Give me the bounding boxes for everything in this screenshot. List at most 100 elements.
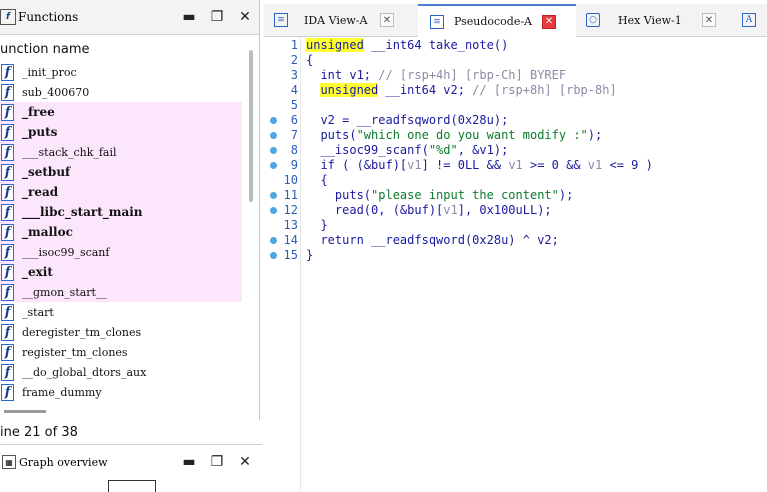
line-number: 2 xyxy=(290,53,298,67)
function-name: __do_global_dtors_aux xyxy=(22,365,147,379)
code-line[interactable]: 5 xyxy=(264,98,767,113)
graph-overview-icon: ▦ xyxy=(2,455,16,469)
function-row[interactable]: f _init_proc xyxy=(0,62,242,82)
tab-close-icon[interactable]: ✕ xyxy=(380,13,394,27)
function-row[interactable]: f ___isoc99_scanf xyxy=(0,242,242,262)
code-line[interactable]: 15} xyxy=(264,248,767,263)
structures-icon: A xyxy=(742,13,756,27)
function-row[interactable]: f _setbuf xyxy=(0,162,242,182)
code-token: , &v1); xyxy=(457,143,509,157)
function-name: _setbuf xyxy=(22,165,71,179)
pseudocode-icon: ≡ xyxy=(430,14,444,29)
horizontal-scrollbar[interactable] xyxy=(4,410,46,413)
function-row[interactable]: f _start xyxy=(0,302,242,322)
minimize-button[interactable]: ▬ xyxy=(180,8,198,26)
code-line[interactable]: 14 return __readfsqword(0x28u) ^ v2; xyxy=(264,233,767,248)
tab-hex-view-1[interactable]: ○ Hex View-1 ✕ xyxy=(586,4,724,36)
breakpoint-dot-icon[interactable] xyxy=(270,207,277,214)
code-token: >= 0 && xyxy=(522,158,588,172)
code-line[interactable]: 3 int v1; // [rsp+4h] [rbp-Ch] BYREF xyxy=(264,68,767,83)
function-name: _init_proc xyxy=(22,65,77,79)
line-number: 5 xyxy=(290,98,298,112)
overview-restore-button[interactable]: ❐ xyxy=(208,453,226,471)
line-number: 1 xyxy=(290,38,298,52)
code-text: puts("please input the content"); xyxy=(306,188,573,203)
function-name: register_tm_clones xyxy=(22,345,128,359)
close-button[interactable]: ✕ xyxy=(236,8,254,26)
code-token: v1 xyxy=(508,158,523,172)
tab-pseudocode-a[interactable]: ≡ Pseudocode-A ✕ xyxy=(418,4,576,37)
line-number: 11 xyxy=(283,188,298,202)
code-text: v2 = __readfsqword(0x28u); xyxy=(306,113,508,128)
function-row[interactable]: f ___libc_start_main xyxy=(0,202,242,222)
function-row[interactable]: f register_tm_clones xyxy=(0,342,242,362)
pseudocode-view[interactable]: 1 unsigned __int64 take_note() 2{3 int v1;… xyxy=(264,37,767,491)
code-token: // [rsp+8h] [rbp-8h] xyxy=(472,83,617,97)
function-icon: f xyxy=(1,283,14,301)
function-name: _malloc xyxy=(22,225,73,239)
code-token: { xyxy=(306,53,314,67)
breakpoint-dot-icon[interactable] xyxy=(270,132,277,139)
code-text: if ( (&buf)[v1] != 0LL && v1 >= 0 && v1 … xyxy=(306,158,652,173)
code-line[interactable]: 2{ xyxy=(264,53,767,68)
function-name: _exit xyxy=(22,265,53,279)
line-number: 13 xyxy=(283,218,298,232)
code-line[interactable]: 4 unsigned __int64 v2; // [rsp+8h] [rbp-… xyxy=(264,83,767,98)
code-line[interactable]: 12 read(0, (&buf)[v1], 0x100uLL); xyxy=(264,203,767,218)
restore-button[interactable]: ❐ xyxy=(208,8,226,26)
tab-structures[interactable]: A xyxy=(742,4,764,36)
tab-ida-view-a[interactable]: ≡ IDA View-A ✕ xyxy=(274,4,406,36)
code-token: ); xyxy=(587,128,603,142)
panel-divider[interactable] xyxy=(259,0,260,420)
code-line[interactable]: 13 } xyxy=(264,218,767,233)
breakpoint-dot-icon[interactable] xyxy=(270,192,277,199)
breakpoint-dot-icon[interactable] xyxy=(270,252,277,259)
functions-icon: f xyxy=(0,9,16,25)
function-row[interactable]: f _malloc xyxy=(0,222,242,242)
code-line[interactable]: 10 { xyxy=(264,173,767,188)
function-icon: f xyxy=(1,123,14,141)
function-name: sub_400670 xyxy=(22,85,90,99)
function-icon: f xyxy=(1,143,14,161)
function-row[interactable]: f _puts xyxy=(0,122,242,142)
tab-close-icon[interactable]: ✕ xyxy=(702,13,716,27)
function-row[interactable]: f _free xyxy=(0,102,242,122)
code-text: int v1; // [rsp+4h] [rbp-Ch] BYREF xyxy=(306,68,566,83)
function-row[interactable]: f _read xyxy=(0,182,242,202)
function-row[interactable]: f _exit xyxy=(0,262,242,282)
function-row[interactable]: f ___stack_chk_fail xyxy=(0,142,242,162)
function-name-column-header[interactable]: unction name xyxy=(0,38,246,60)
function-icon: f xyxy=(1,363,14,381)
overview-minimize-button[interactable]: ▬ xyxy=(180,453,198,471)
code-token: ], 0x100uLL); xyxy=(457,203,552,217)
code-token: puts( xyxy=(306,128,357,142)
code-text: puts("which one do you want modify :"); xyxy=(306,128,602,143)
function-row[interactable]: f __do_global_dtors_aux xyxy=(0,362,242,382)
code-line[interactable]: 9 if ( (&buf)[v1] != 0LL && v1 >= 0 && v… xyxy=(264,158,767,173)
code-line[interactable]: 6 v2 = __readfsqword(0x28u); xyxy=(264,113,767,128)
function-name: __gmon_start__ xyxy=(22,285,107,299)
graph-overview-titlebar: ▦ Graph overview ▬ ❐ ✕ xyxy=(0,450,260,474)
tab-close-icon[interactable]: ✕ xyxy=(542,14,556,29)
code-line[interactable]: 1 unsigned __int64 take_note() xyxy=(264,38,767,53)
line-number: 3 xyxy=(290,68,298,82)
function-name: ___libc_start_main xyxy=(22,205,143,219)
vertical-scrollbar[interactable] xyxy=(249,50,253,202)
function-row[interactable]: f sub_400670 xyxy=(0,82,242,102)
breakpoint-dot-icon[interactable] xyxy=(270,162,277,169)
graph-overview-viewport[interactable] xyxy=(108,480,156,492)
function-row[interactable]: f __gmon_start__ xyxy=(0,282,242,302)
code-line[interactable]: 11 puts("please input the content"); xyxy=(264,188,767,203)
code-token: v1 xyxy=(587,158,603,172)
code-token: unsigned xyxy=(320,83,379,97)
function-row[interactable]: f frame_dummy xyxy=(0,382,242,402)
code-token: int v1; xyxy=(306,68,379,82)
breakpoint-dot-icon[interactable] xyxy=(270,117,277,124)
breakpoint-dot-icon[interactable] xyxy=(270,237,277,244)
breakpoint-dot-icon[interactable] xyxy=(270,147,277,154)
code-line[interactable]: 7 puts("which one do you want modify :")… xyxy=(264,128,767,143)
functions-list[interactable]: f _init_proc f sub_400670 f _free f _puts f ___st… xyxy=(0,62,242,402)
overview-close-button[interactable]: ✕ xyxy=(236,453,254,471)
function-row[interactable]: f deregister_tm_clones xyxy=(0,322,242,342)
code-line[interactable]: 8 __isoc99_scanf("%d", &v1); xyxy=(264,143,767,158)
